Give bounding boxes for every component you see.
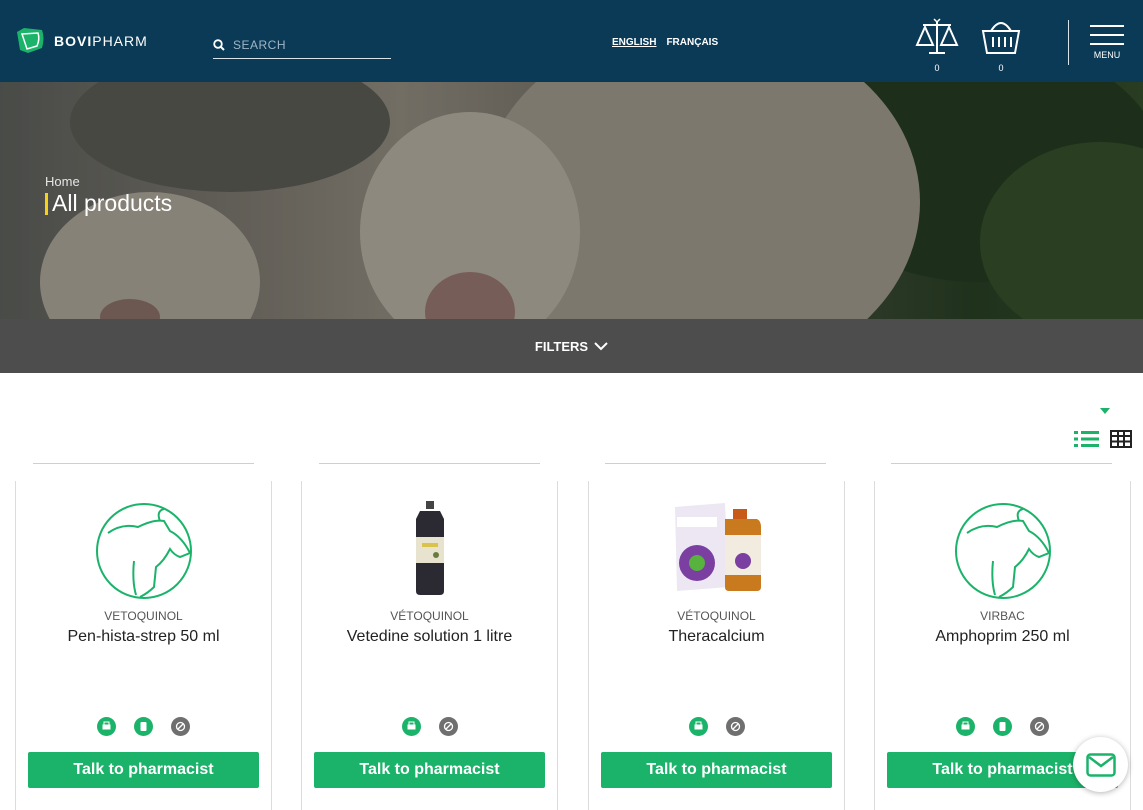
search-input[interactable] [233, 38, 383, 52]
product-card[interactable]: VÉTOQUINOL Vetedine solution 1 litre Tal… [301, 481, 558, 810]
compare-count: 0 [934, 63, 940, 73]
product-card[interactable]: VETOQUINOL Pen-hista-strep 50 ml Talk to… [15, 481, 272, 810]
product-brand: VÉTOQUINOL [390, 609, 469, 623]
product-badges [302, 717, 557, 736]
cow-placeholder-icon [95, 503, 192, 599]
product-badges [875, 717, 1130, 736]
filters-label: FILTERS [534, 338, 589, 354]
talk-to-pharmacist-button[interactable]: Talk to pharmacist [601, 752, 832, 788]
mail-icon [1085, 752, 1116, 777]
filters-toggle[interactable]: FILTERS [0, 319, 1143, 373]
logo[interactable]: BOVIPHARM [14, 26, 148, 56]
print-icon[interactable] [401, 717, 421, 736]
bottle-image [415, 501, 444, 595]
breadcrumb-home[interactable]: Home [45, 174, 80, 189]
sort-dropdown-caret[interactable] [1100, 408, 1110, 414]
document-icon[interactable] [993, 717, 1012, 736]
header-divider [1068, 20, 1069, 65]
document-icon[interactable] [134, 717, 153, 736]
scales-icon [915, 18, 959, 54]
logo-icon [17, 28, 44, 53]
print-icon[interactable] [688, 717, 708, 736]
lang-french[interactable]: FRANÇAIS [666, 37, 718, 48]
print-icon[interactable] [97, 717, 116, 736]
box-and-vial-image [674, 503, 761, 591]
print-icon[interactable] [956, 717, 975, 736]
logo-text-bold: BOVI [54, 33, 93, 49]
product-name[interactable]: Pen-hista-strep 50 ml [16, 628, 271, 646]
page-title: All products [45, 190, 172, 217]
site-header: BOVIPHARM ENGLISH FRANÇAIS 0 0 [0, 0, 1143, 82]
no-prescription-icon[interactable] [725, 717, 745, 736]
hamburger-icon [1090, 25, 1124, 45]
hero-banner: Home All products [0, 82, 1143, 319]
cow-placeholder-icon [954, 503, 1051, 599]
contact-button[interactable] [1073, 737, 1128, 792]
menu-button[interactable]: MENU [1090, 25, 1124, 60]
talk-to-pharmacist-button[interactable]: Talk to pharmacist [28, 752, 259, 788]
product-brand: VIRBAC [980, 609, 1025, 623]
product-brand: VETOQUINOL [104, 609, 183, 623]
cart-button[interactable]: 0 [977, 17, 1025, 73]
chevron-down-icon [594, 342, 608, 351]
logo-text-light: PHARM [92, 33, 148, 49]
product-badges [589, 717, 844, 736]
search-icon [213, 39, 225, 51]
grid-view-icon[interactable] [1110, 430, 1132, 448]
compare-button[interactable]: 0 [913, 17, 961, 73]
product-brand: VÉTOQUINOL [677, 609, 756, 623]
no-prescription-icon[interactable] [438, 717, 458, 736]
cart-count: 0 [998, 63, 1004, 73]
menu-label: MENU [1093, 50, 1121, 60]
product-name[interactable]: Vetedine solution 1 litre [302, 628, 557, 646]
product-name[interactable]: Amphoprim 250 ml [875, 628, 1130, 646]
lang-english[interactable]: ENGLISH [608, 37, 660, 48]
basket-icon [981, 22, 1021, 54]
list-view-icon[interactable] [1074, 430, 1099, 448]
product-name[interactable]: Theracalcium [589, 628, 844, 646]
search-bar [213, 32, 391, 59]
no-prescription-icon[interactable] [1030, 717, 1049, 736]
product-card[interactable]: VÉTOQUINOL Theracalcium Talk to pharmaci… [588, 481, 845, 810]
talk-to-pharmacist-button[interactable]: Talk to pharmacist [314, 752, 545, 788]
no-prescription-icon[interactable] [171, 717, 190, 736]
page-title-text: All products [52, 190, 173, 216]
product-badges [16, 717, 271, 736]
language-switcher: ENGLISH FRANÇAIS [608, 37, 718, 48]
